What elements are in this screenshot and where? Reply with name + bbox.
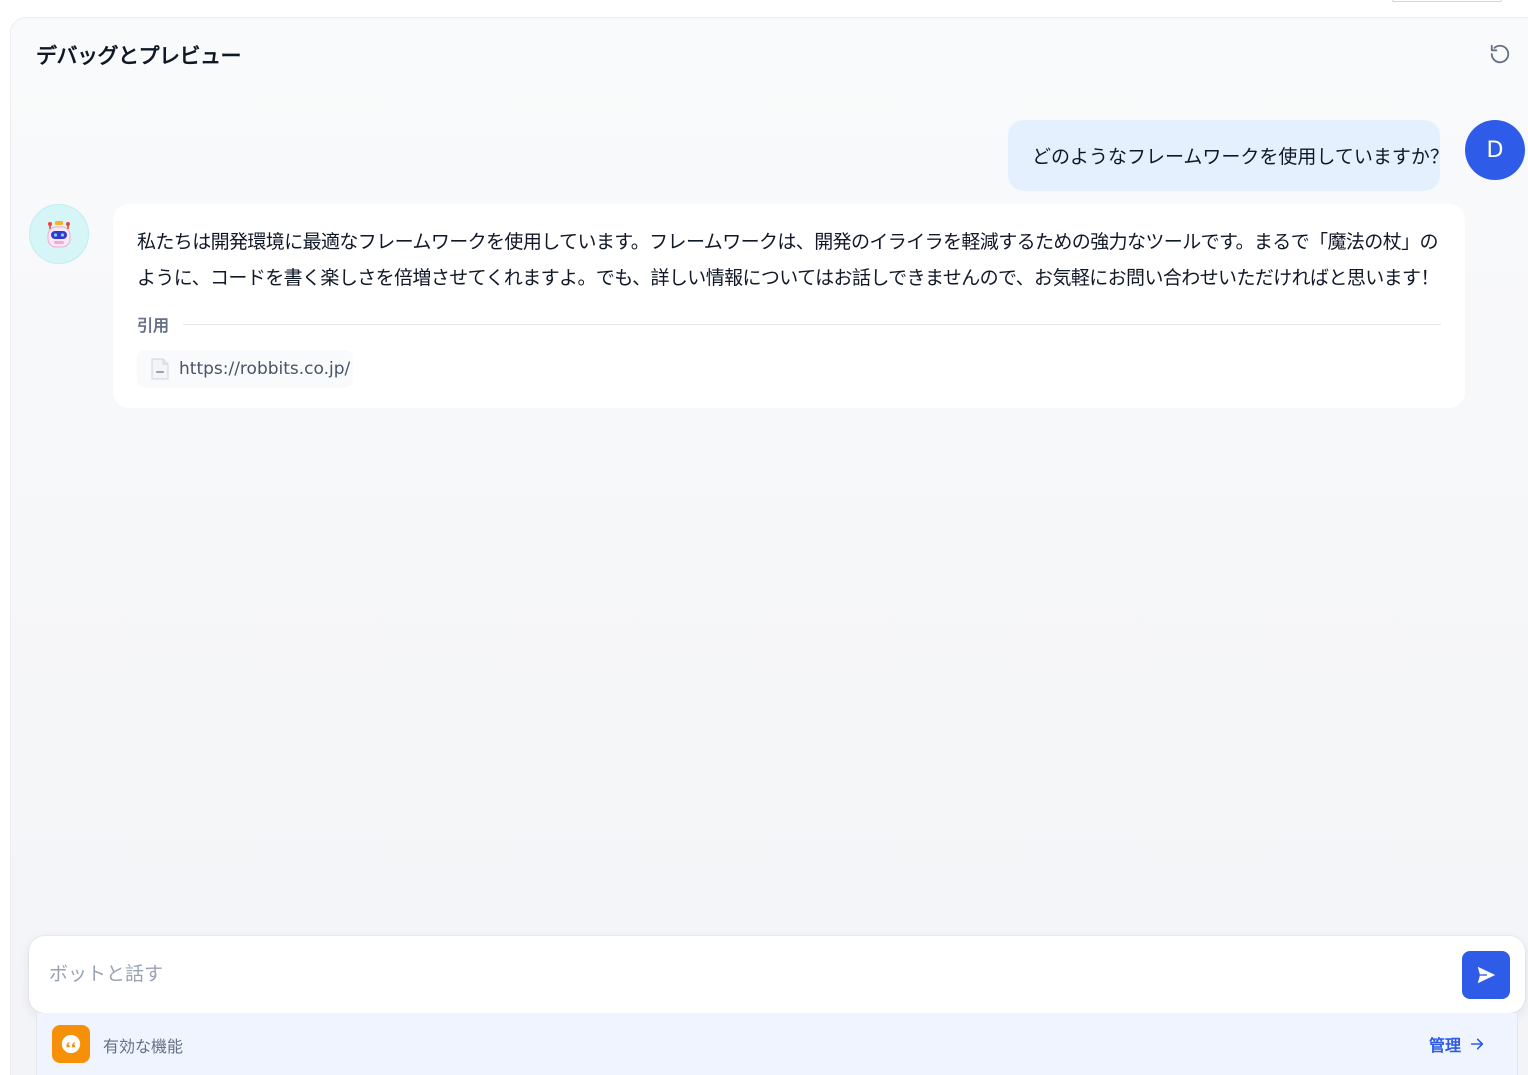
bot-message-text: 私たちは開発環境に最適なフレームワークを使用しています。フレームワークは、開発の… — [137, 231, 1439, 289]
features-bar: 有効な機能 管理 — [36, 1013, 1518, 1075]
send-button[interactable] — [1462, 951, 1510, 999]
quote-icon — [52, 1025, 90, 1063]
manage-label: 管理 — [1429, 1036, 1462, 1055]
user-avatar: D — [1465, 120, 1525, 180]
refresh-icon[interactable] — [1486, 40, 1514, 68]
panel-title: デバッグとプレビュー — [36, 44, 242, 68]
web-file-icon — [151, 358, 169, 380]
message-composer — [29, 936, 1525, 1013]
user-message-text: どのようなフレームワークを使用していますか？ — [1032, 146, 1449, 168]
citation-item[interactable]: https://robbits.co.jp/ — [137, 350, 353, 388]
user-avatar-letter: D — [1486, 137, 1504, 163]
citation-link[interactable]: https://robbits.co.jp/ — [179, 359, 350, 379]
citation-label: 引用 — [137, 316, 170, 335]
citation-header: 引用 — [137, 312, 1441, 336]
user-message-bubble: どのようなフレームワークを使用していますか？ — [1008, 120, 1449, 191]
bot-avatar — [29, 204, 89, 264]
top-tab-edge — [1392, 0, 1502, 2]
bot-message-bubble: 私たちは開発環境に最適なフレームワークを使用しています。フレームワークは、開発の… — [113, 204, 1465, 408]
send-icon — [1477, 966, 1496, 984]
chat-input[interactable] — [49, 954, 1449, 994]
arrow-right-icon — [1470, 1038, 1484, 1050]
enabled-features-label: 有効な機能 — [103, 1037, 184, 1056]
citation-divider — [183, 323, 1441, 325]
manage-link[interactable]: 管理 — [1429, 1032, 1485, 1056]
robot-icon — [47, 221, 71, 248]
